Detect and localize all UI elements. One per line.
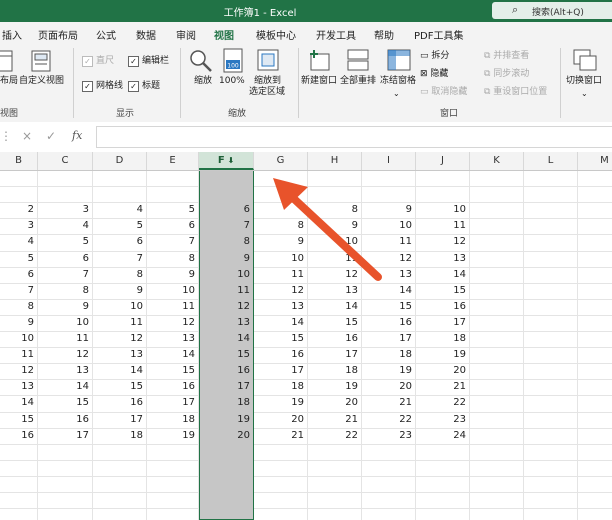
tab-page-layout[interactable]: 页面布局: [38, 27, 78, 42]
tab-review[interactable]: 审阅: [176, 27, 196, 42]
zoom-label: 缩放: [194, 76, 213, 86]
side-by-side-button[interactable]: ⧉ 并排查看: [484, 51, 529, 62]
custom-view-button[interactable]: 自定义视图: [19, 76, 64, 87]
gridlines-checkbox[interactable]: ✓ 网格线: [82, 81, 123, 92]
zoom-100-button[interactable]: 100%: [219, 76, 245, 87]
formula-bar: ⋮ × ✓ fx: [0, 122, 612, 152]
reset-position-button[interactable]: ⧉ 重设窗口位置: [484, 87, 547, 98]
zoom-button[interactable]: 缩放: [194, 76, 212, 87]
page-layout-icon: [0, 50, 13, 72]
ribbon-separator: [298, 48, 299, 118]
search-icon: ⌕: [512, 3, 519, 16]
new-window-button[interactable]: 新建窗口: [301, 76, 337, 87]
reset-position-icon: ⧉: [484, 87, 494, 97]
hide-icon: ⊠: [420, 69, 431, 79]
ruler-checkbox[interactable]: ✓ 直尺: [82, 56, 114, 67]
tab-view[interactable]: 视图: [214, 27, 234, 47]
ribbon-tabs: 插入 页面布局 公式 数据 审阅 视图 模板中心 开发工具 帮助 PDF工具集: [0, 22, 612, 47]
zoom-icon: [190, 50, 212, 72]
insert-function-icon[interactable]: fx: [72, 129, 82, 142]
switch-windows-button[interactable]: 切换窗口: [566, 76, 602, 87]
custom-view-icon: [31, 50, 51, 72]
arrange-all-icon: [347, 49, 369, 71]
unhide-label: 取消隐藏: [431, 87, 468, 97]
tab-insert[interactable]: 插入: [2, 27, 22, 42]
tab-data[interactable]: 数据: [136, 27, 156, 42]
split-label: 拆分: [431, 51, 450, 61]
svg-text:100: 100: [227, 63, 239, 70]
zoom-100-icon: 100: [223, 48, 243, 73]
unhide-button[interactable]: ▭ 取消隐藏: [420, 87, 467, 98]
formula-bar-label: 编辑栏: [142, 56, 170, 66]
ribbon-separator: [180, 48, 181, 118]
split-button[interactable]: ▭ 拆分: [420, 51, 449, 62]
zoom-to-selection-button[interactable]: 缩放到: [254, 76, 281, 87]
checkbox-icon: ✓: [82, 81, 93, 92]
search-box[interactable]: ⌕ 搜索(Alt+Q): [492, 2, 612, 19]
views-group-label: 视图: [0, 109, 19, 119]
unhide-icon: ▭: [420, 87, 432, 97]
tab-template-center[interactable]: 模板中心: [256, 27, 296, 42]
new-window-icon: [310, 50, 330, 71]
gridlines-label: 网格线: [96, 81, 124, 91]
chevron-down-icon: ⌄: [393, 89, 400, 98]
checkbox-icon: ✓: [128, 56, 139, 67]
ribbon-separator: [73, 48, 74, 118]
window-title: 工作簿1 - Excel: [223, 8, 297, 19]
zoom-to-selection-icon: [257, 49, 279, 71]
freeze-panes-icon: [387, 49, 411, 71]
zoom-group-label: 缩放: [228, 109, 247, 119]
window-group-label: 窗口: [440, 109, 459, 119]
ribbon: 布局 自定义视图 视图 ✓ 直尺 ✓ 编辑栏 ✓ 网格线 ✓ 标题 显示 缩放 100 …: [0, 44, 612, 123]
show-group-label: 显示: [116, 109, 135, 119]
chevron-down-icon: ⌄: [581, 89, 588, 98]
freeze-panes-button[interactable]: 冻结窗格: [380, 76, 416, 87]
tab-developer[interactable]: 开发工具: [316, 27, 356, 42]
arrange-all-button[interactable]: 全部重排: [340, 76, 376, 87]
tab-help[interactable]: 帮助: [374, 27, 394, 42]
checkbox-icon: ✓: [82, 56, 93, 67]
cancel-icon[interactable]: ×: [22, 129, 32, 143]
checkbox-icon: ✓: [128, 81, 139, 92]
reset-position-label: 重设窗口位置: [493, 87, 548, 97]
sync-scroll-icon: ⧉: [484, 69, 494, 79]
worksheet-grid[interactable]: BCDEF ⬇ G H I J K L M 2 3 4 5 6 8 9 10 3 4 5 6 7 8 9 10 11 4 5 6 7 8…: [0, 152, 612, 520]
headings-checkbox[interactable]: ✓ 标题: [128, 81, 160, 92]
side-by-side-label: 并排查看: [493, 51, 530, 61]
headings-label: 标题: [142, 81, 161, 91]
ribbon-separator: [560, 48, 561, 118]
switch-windows-icon: [573, 49, 597, 71]
side-by-side-icon: ⧉: [484, 51, 494, 61]
tab-pdf-tools[interactable]: PDF工具集: [414, 27, 463, 42]
page-layout-button[interactable]: 布局: [0, 76, 18, 87]
zoom-to-selection-label-2: 选定区域: [249, 87, 286, 97]
hide-button[interactable]: ⊠ 隐藏: [420, 69, 448, 80]
ruler-label: 直尺: [96, 56, 115, 66]
split-icon: ▭: [420, 51, 432, 61]
grip-icon: ⋮: [0, 129, 12, 143]
tab-formulas[interactable]: 公式: [96, 27, 116, 42]
formula-bar-checkbox[interactable]: ✓ 编辑栏: [128, 56, 169, 67]
search-placeholder: 搜索(Alt+Q): [532, 8, 584, 18]
formula-input[interactable]: [96, 126, 612, 148]
sync-scroll-button[interactable]: ⧉ 同步滚动: [484, 69, 529, 80]
title-bar: 工作簿1 - Excel ⌕ 搜索(Alt+Q): [0, 0, 612, 22]
sync-scroll-label: 同步滚动: [493, 69, 530, 79]
annotation-arrow: [273, 178, 382, 281]
enter-icon[interactable]: ✓: [46, 129, 56, 143]
hide-label: 隐藏: [430, 69, 449, 79]
